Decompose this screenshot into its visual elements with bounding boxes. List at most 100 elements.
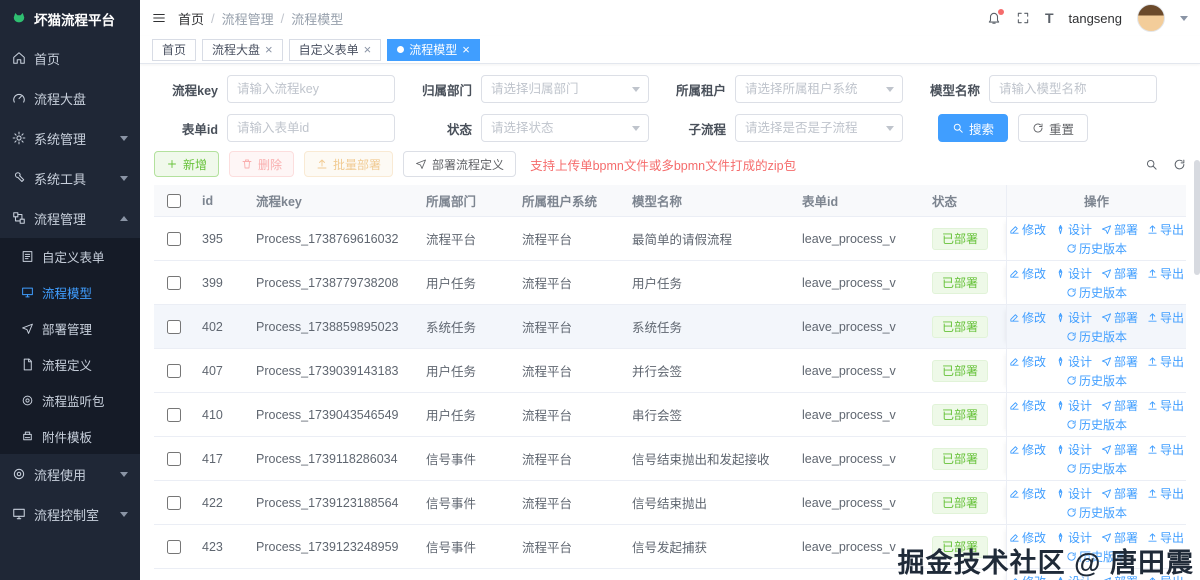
- export-link[interactable]: 导出: [1147, 397, 1184, 414]
- edit-link[interactable]: 修改: [1009, 221, 1046, 238]
- user-menu[interactable]: tangseng: [1069, 11, 1123, 26]
- row-checkbox[interactable]: [167, 495, 181, 510]
- deploy-link[interactable]: 部署: [1101, 353, 1138, 370]
- row-checkbox[interactable]: [167, 363, 181, 378]
- tab-close-icon[interactable]: [265, 43, 273, 56]
- cell-process-key: Process_1739123188564: [256, 495, 399, 510]
- deploy-link[interactable]: 部署: [1101, 529, 1138, 546]
- sidebar-item-process-management[interactable]: 流程管理: [0, 198, 140, 238]
- notification-button[interactable]: [987, 9, 1004, 25]
- tab-close-icon[interactable]: [364, 43, 372, 56]
- sidebar-item-process-control-room[interactable]: 流程控制室: [0, 494, 140, 534]
- sidebar-item-deployment-management[interactable]: 部署管理: [0, 310, 140, 346]
- sidebar-item-process-definition[interactable]: 流程定义: [0, 346, 140, 382]
- history-link[interactable]: 历史版本: [1066, 284, 1127, 301]
- font-size-button[interactable]: T: [1045, 10, 1054, 26]
- design-link[interactable]: 设计: [1055, 485, 1092, 502]
- avatar[interactable]: [1137, 4, 1165, 32]
- history-link[interactable]: 历史版本: [1066, 416, 1127, 433]
- export-link[interactable]: 导出: [1147, 309, 1184, 326]
- history-link[interactable]: 历史版本: [1066, 240, 1127, 257]
- tab-custom-forms[interactable]: 自定义表单: [288, 38, 382, 61]
- edit-link[interactable]: 修改: [1009, 485, 1046, 502]
- design-link[interactable]: 设计: [1055, 529, 1092, 546]
- vertical-scrollbar[interactable]: [1194, 160, 1200, 275]
- row-checkbox[interactable]: [167, 451, 181, 466]
- export-link[interactable]: 导出: [1147, 573, 1184, 580]
- design-link[interactable]: 设计: [1055, 397, 1092, 414]
- tab-process-dashboard[interactable]: 流程大盘: [202, 38, 283, 61]
- add-button[interactable]: 新增: [154, 151, 220, 177]
- row-checkbox[interactable]: [167, 231, 181, 246]
- sidebar-item-process-usage[interactable]: 流程使用: [0, 454, 140, 494]
- sidebar-item-home[interactable]: 首页: [0, 38, 140, 78]
- row-checkbox[interactable]: [167, 539, 181, 554]
- history-link[interactable]: 历史版本: [1066, 460, 1127, 477]
- history-link[interactable]: 历史版本: [1066, 504, 1127, 521]
- history-link[interactable]: 历史版本: [1066, 548, 1127, 565]
- model-name-input[interactable]: [989, 75, 1157, 103]
- design-link[interactable]: 设计: [1055, 573, 1092, 580]
- reset-button[interactable]: 重置: [1018, 114, 1089, 142]
- tab-close-icon[interactable]: [462, 43, 470, 56]
- export-link[interactable]: 导出: [1147, 529, 1184, 546]
- deploy-link[interactable]: 部署: [1101, 441, 1138, 458]
- history-link[interactable]: 历史版本: [1066, 372, 1127, 389]
- edit-link[interactable]: 修改: [1009, 353, 1046, 370]
- subprocess-select[interactable]: [735, 114, 903, 142]
- select-all-checkbox[interactable]: [167, 193, 181, 208]
- fullscreen-button[interactable]: [1016, 11, 1030, 25]
- edit-link[interactable]: 修改: [1009, 397, 1046, 414]
- breadcrumb-home[interactable]: 首页: [178, 9, 204, 28]
- design-link[interactable]: 设计: [1055, 265, 1092, 282]
- edit-link[interactable]: 修改: [1009, 573, 1046, 580]
- deploy-process-definition-button[interactable]: 部署流程定义: [403, 151, 517, 177]
- edit-link[interactable]: 修改: [1009, 309, 1046, 326]
- sidebar-item-system-management[interactable]: 系统管理: [0, 118, 140, 158]
- sidebar-item-system-tools[interactable]: 系统工具: [0, 158, 140, 198]
- sidebar-item-dashboard[interactable]: 流程大盘: [0, 78, 140, 118]
- deploy-link[interactable]: 部署: [1101, 397, 1138, 414]
- sidebar-item-process-model[interactable]: 流程模型: [0, 274, 140, 310]
- deploy-link[interactable]: 部署: [1101, 265, 1138, 282]
- pen-icon: [1055, 488, 1066, 499]
- tenant-select[interactable]: [735, 75, 903, 103]
- batch-deploy-button[interactable]: 批量部署: [304, 151, 394, 177]
- history-link[interactable]: 历史版本: [1066, 328, 1127, 345]
- status-select[interactable]: [481, 114, 649, 142]
- form-id-input[interactable]: [227, 114, 395, 142]
- design-link[interactable]: 设计: [1055, 309, 1092, 326]
- edit-link[interactable]: 修改: [1009, 265, 1046, 282]
- edit-link[interactable]: 修改: [1009, 529, 1046, 546]
- collapse-sidebar-button[interactable]: [152, 11, 166, 25]
- process-key-input[interactable]: [227, 75, 395, 103]
- export-link[interactable]: 导出: [1147, 353, 1184, 370]
- tab-process-model[interactable]: 流程模型: [387, 38, 480, 61]
- deploy-link[interactable]: 部署: [1101, 485, 1138, 502]
- department-select[interactable]: [481, 75, 649, 103]
- deploy-link[interactable]: 部署: [1101, 221, 1138, 238]
- edit-link[interactable]: 修改: [1009, 441, 1046, 458]
- chevron-down-icon[interactable]: [1180, 15, 1188, 21]
- export-link[interactable]: 导出: [1147, 265, 1184, 282]
- row-checkbox[interactable]: [167, 275, 181, 290]
- deploy-link[interactable]: 部署: [1101, 573, 1138, 580]
- search-icon[interactable]: [1145, 158, 1158, 171]
- sidebar-item-attachment-template[interactable]: 附件模板: [0, 418, 140, 454]
- export-link[interactable]: 导出: [1147, 221, 1184, 238]
- refresh-icon[interactable]: [1173, 158, 1186, 171]
- delete-button[interactable]: 删除: [229, 151, 295, 177]
- sidebar-item-custom-forms[interactable]: 自定义表单: [0, 238, 140, 274]
- design-link[interactable]: 设计: [1055, 353, 1092, 370]
- deploy-link[interactable]: 部署: [1101, 309, 1138, 326]
- design-link[interactable]: 设计: [1055, 441, 1092, 458]
- sidebar-item-process-listener[interactable]: 流程监听包: [0, 382, 140, 418]
- row-checkbox[interactable]: [167, 407, 181, 422]
- export-link[interactable]: 导出: [1147, 485, 1184, 502]
- search-button[interactable]: 搜索: [938, 114, 1009, 142]
- design-link[interactable]: 设计: [1055, 221, 1092, 238]
- row-checkbox[interactable]: [167, 319, 181, 334]
- breadcrumb-process-management[interactable]: 流程管理: [222, 9, 274, 28]
- export-link[interactable]: 导出: [1147, 441, 1184, 458]
- tab-home[interactable]: 首页: [152, 38, 197, 61]
